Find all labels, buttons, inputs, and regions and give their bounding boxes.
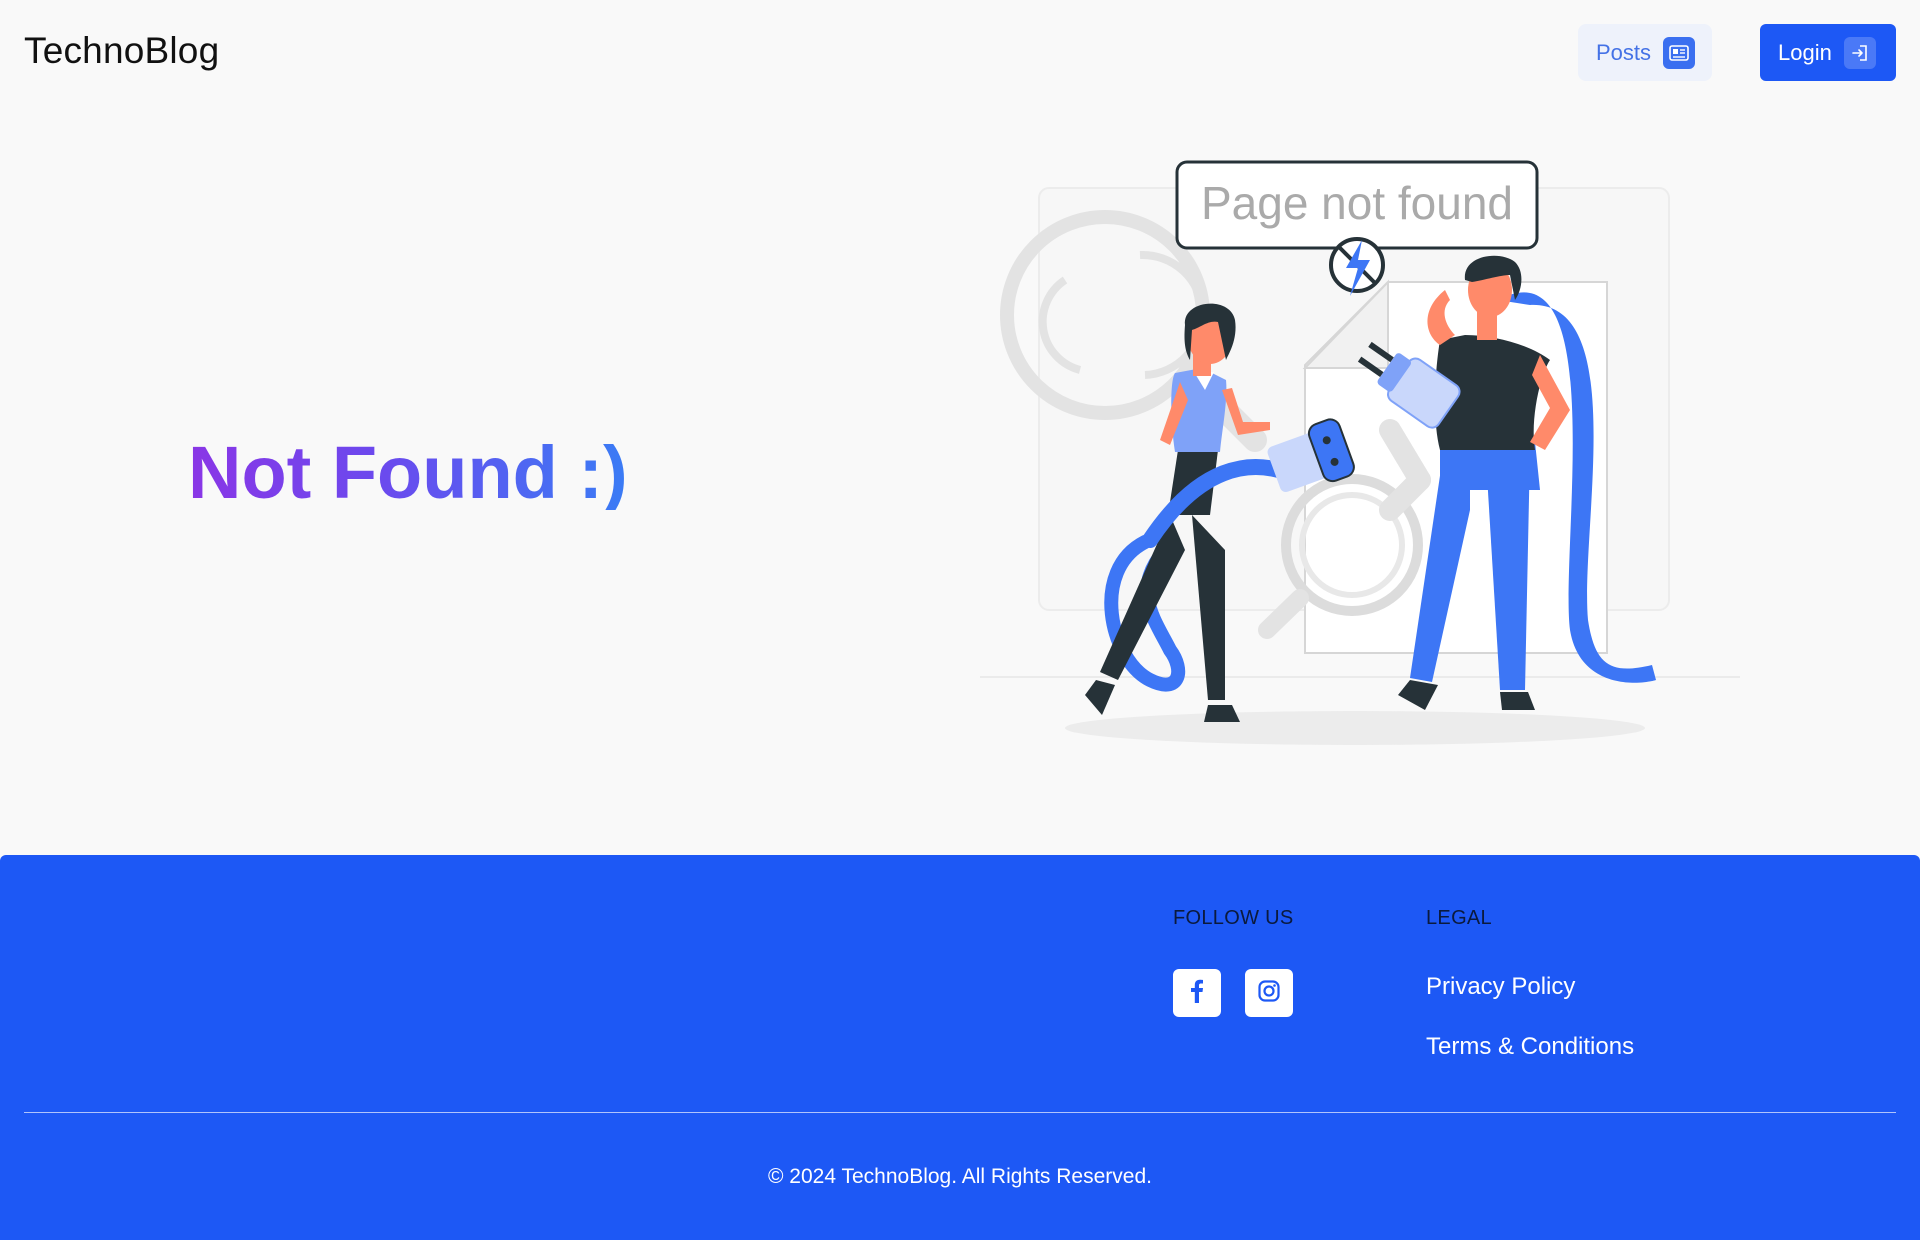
terms-conditions-link[interactable]: Terms & Conditions: [1426, 1033, 1634, 1061]
privacy-policy-link[interactable]: Privacy Policy: [1426, 973, 1575, 1001]
sign-text: Page not found: [1201, 177, 1513, 229]
follow-us-heading: FOLLOW US: [1173, 907, 1294, 929]
site-logo[interactable]: TechnoBlog: [24, 30, 219, 72]
header: TechnoBlog Posts Login: [0, 0, 1920, 106]
page-not-found-illustration: Page not found: [980, 160, 1740, 745]
facebook-icon: [1190, 979, 1204, 1008]
footer: FOLLOW US LEGAL Privacy Policy Terms & C…: [0, 855, 1920, 1240]
newspaper-icon: [1663, 36, 1696, 69]
instagram-icon: [1258, 979, 1280, 1007]
footer-divider: [24, 1112, 1896, 1113]
copyright-text: © 2024 TechnoBlog. All Rights Reserved.: [768, 1165, 1152, 1188]
legal-heading: LEGAL: [1426, 907, 1492, 929]
posts-label: Posts: [1596, 39, 1652, 65]
not-found-title: Not Found :): [188, 431, 628, 514]
login-label: Login: [1778, 39, 1832, 65]
posts-button[interactable]: Posts: [1578, 24, 1712, 81]
login-icon: [1843, 36, 1876, 69]
facebook-button[interactable]: [1173, 969, 1221, 1017]
login-button[interactable]: Login: [1760, 24, 1896, 81]
instagram-button[interactable]: [1245, 969, 1293, 1017]
